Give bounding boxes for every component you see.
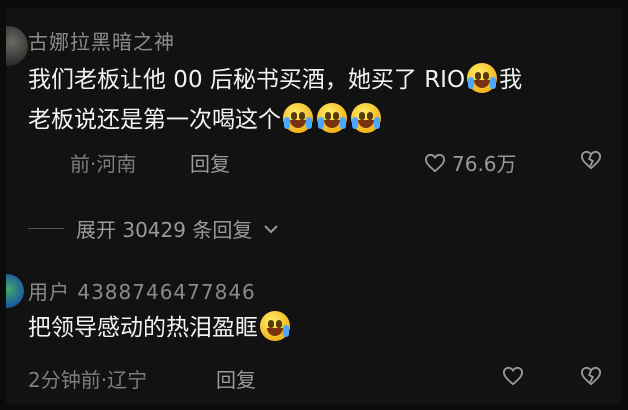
comment-meta: 前·河南 (70, 152, 137, 176)
heart-icon[interactable] (502, 366, 524, 386)
broken-heart-icon[interactable] (580, 150, 602, 170)
comment-text: 把领导感动的热泪盈眶 (28, 308, 292, 348)
laughing-emoji-icon (260, 311, 290, 341)
crying-laughing-emoji-icon (283, 103, 313, 133)
comment-author[interactable]: 古娜拉黑暗之神 (28, 26, 175, 55)
comment-text-content: 把领导感动的热泪盈眶 (28, 315, 258, 341)
comment-panel: 古娜拉黑暗之神 我们老板让他 00 后秘书买酒，她买了 RIO 我 老板说还是第一… (6, 8, 622, 404)
reply-button[interactable]: 回复 (216, 364, 256, 393)
avatar[interactable] (6, 26, 28, 66)
avatar[interactable] (6, 274, 24, 308)
chevron-down-icon (264, 224, 279, 233)
like-button[interactable]: 76.6万 (424, 148, 517, 177)
broken-heart-icon[interactable] (580, 366, 602, 386)
comment-author[interactable]: 用户 4388746477846 (28, 276, 256, 305)
reply-button[interactable]: 回复 (190, 148, 230, 177)
divider (28, 228, 64, 229)
comment-text-line2a: 我 (499, 67, 523, 93)
comment-meta: 2分钟前·辽宁 (28, 368, 148, 392)
crying-laughing-emoji-icon (317, 103, 347, 133)
heart-icon (424, 153, 446, 172)
comment-text-line1: 我们老板让他 00 后秘书买酒，她买了 RIO (28, 67, 466, 93)
comment-text: 我们老板让他 00 后秘书买酒，她买了 RIO 我 老板说还是第一次喝这个 (28, 60, 618, 140)
crying-laughing-emoji-icon (351, 103, 381, 133)
comment-text-line2: 老板说还是第一次喝这个 (28, 107, 281, 133)
expand-replies[interactable]: 展开 30429 条回复 (28, 214, 279, 243)
like-count: 76.6万 (452, 152, 517, 176)
crying-laughing-emoji-icon (467, 63, 498, 93)
expand-replies-label: 展开 30429 条回复 (76, 218, 253, 242)
